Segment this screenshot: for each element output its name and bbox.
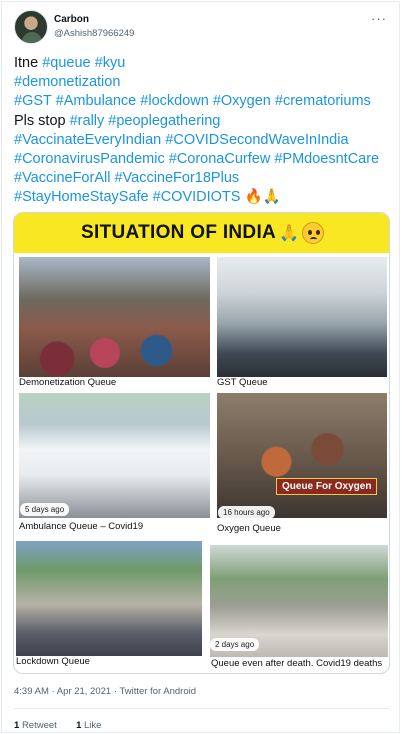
photo-oxygen-queue <box>217 393 387 518</box>
tweet-text-line: #GST #Ambulance #lockdown #Oxygen #crema… <box>14 92 394 111</box>
avatar[interactable] <box>14 10 48 44</box>
time-badge: 2 days ago <box>210 638 260 651</box>
tweet-plain-text: Pls stop <box>14 112 70 129</box>
hashtag-link[interactable]: #crematoriums <box>275 93 371 109</box>
tweet-text-line: #VaccinateEveryIndian #COVIDSecondWaveIn… <box>14 131 394 150</box>
more-options-icon[interactable]: ··· <box>371 11 387 26</box>
like-label[interactable]: Like <box>84 720 101 731</box>
tweet-timestamp[interactable]: 4:39 AM · Apr 21, 2021 · Twitter for And… <box>14 686 196 697</box>
photo-demonetization-queue <box>19 257 210 377</box>
photo-ambulance-queue <box>19 393 210 518</box>
caption-gst: GST Queue <box>217 377 268 388</box>
tweet-text-line: #demonetization <box>14 73 394 92</box>
hashtag-link[interactable]: #kyu <box>95 55 126 71</box>
photo-lockdown-queue <box>16 541 202 656</box>
caption-demonetization: Demonetization Queue <box>19 377 117 388</box>
hashtag-link[interactable]: #VaccinateEveryIndian <box>14 132 161 148</box>
engagement-stats: 1 Retweet 1 Like <box>14 720 101 731</box>
hashtag-link[interactable]: #rally <box>70 113 105 129</box>
pleading-face-icon <box>301 222 324 244</box>
banner-title: SITUATION OF INDIA <box>81 222 277 243</box>
hashtag-link[interactable]: #COVIDIOTS <box>153 189 241 205</box>
author-name[interactable]: Carbon <box>54 14 89 25</box>
photo-gst-queue <box>217 257 387 377</box>
tweet-plain-text: 🔥🙏 <box>240 189 281 206</box>
author-handle[interactable]: @Ashish87966249 <box>54 28 134 39</box>
retweet-label[interactable]: Retweet <box>22 720 57 731</box>
caption-ambulance: Ambulance Queue – Covid19 <box>19 521 144 532</box>
caption-oxygen: Oxygen Queue <box>217 523 281 534</box>
tweet-media[interactable]: SITUATION OF INDIA 🙏 Demonetization Queu… <box>13 212 390 674</box>
caption-lockdown: Lockdown Queue <box>16 656 90 667</box>
hashtag-link[interactable]: #COVIDSecondWaveInIndia <box>165 132 348 148</box>
hashtag-link[interactable]: #Ambulance <box>56 93 137 109</box>
tweet-text: Itne #queue #kyu #demonetization #GST #Amb… <box>14 54 394 208</box>
praying-hands-icon: 🙏 <box>279 225 299 242</box>
hashtag-link[interactable]: #StayHomeStaySafe <box>14 189 149 205</box>
tweet-plain-text: Itne <box>14 55 43 71</box>
hashtag-link[interactable]: #GST <box>14 93 52 109</box>
media-banner: SITUATION OF INDIA 🙏 <box>14 213 389 253</box>
hashtag-link[interactable]: #queue <box>42 55 90 71</box>
hashtag-link[interactable]: #Oxygen <box>213 93 271 109</box>
tweet-text-line: Pls stop #rally #peoplegathering <box>14 112 394 131</box>
retweet-count[interactable]: 1 <box>14 720 19 731</box>
divider <box>14 708 390 709</box>
hashtag-link[interactable]: #VaccineFor18Plus <box>114 170 239 186</box>
tweet-text-line: #StayHomeStaySafe #COVIDIOTS 🔥🙏 <box>14 188 394 207</box>
hashtag-link[interactable]: #VaccineForAll <box>14 170 110 186</box>
hashtag-link[interactable]: #PMdoesntCare <box>274 151 379 167</box>
time-badge: 16 hours ago <box>218 506 275 519</box>
caption-death-queue: Queue even after death. Covid19 deaths <box>211 658 383 669</box>
hashtag-link[interactable]: #lockdown <box>140 93 209 109</box>
time-badge: 5 days ago <box>20 503 70 516</box>
tweet-card: Carbon @Ashish87966249 ··· Itne #queue #… <box>1 1 400 733</box>
oxygen-sign: Queue For Oxygen <box>276 478 378 495</box>
hashtag-link[interactable]: #CoronaCurfew <box>169 151 271 167</box>
tweet-text-line: #VaccineForAll #VaccineFor18Plus <box>14 169 394 188</box>
like-count[interactable]: 1 <box>76 720 81 731</box>
tweet-text-line: Itne #queue #kyu <box>14 54 394 73</box>
hashtag-link[interactable]: #peoplegathering <box>108 113 220 129</box>
tweet-text-line: #CoronavirusPandemic #CoronaCurfew #PMdo… <box>14 150 394 169</box>
hashtag-link[interactable]: #CoronavirusPandemic <box>14 151 165 167</box>
hashtag-link[interactable]: #demonetization <box>14 74 120 90</box>
